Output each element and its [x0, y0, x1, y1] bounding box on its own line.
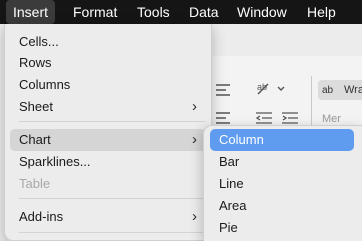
chevron-right-icon: › — [192, 131, 197, 148]
menu-item-add-ins[interactable]: Add-ins › — [10, 206, 206, 228]
submenu-item-line[interactable]: Line — [210, 173, 354, 195]
submenu-item-label: Area — [219, 198, 247, 213]
menu-item-label: Table — [19, 176, 51, 191]
chevron-right-icon: › — [192, 98, 197, 115]
text-direction-icon[interactable]: ab — [256, 80, 288, 101]
menu-insert[interactable]: Insert — [6, 0, 56, 24]
menu-item-sparklines[interactable]: Sparklines... — [10, 151, 206, 173]
menu-item-chart[interactable]: Chart › — [10, 129, 206, 151]
menu-item-label: Cells... — [19, 34, 59, 49]
menu-separator — [19, 232, 205, 233]
wrap-text-label: Wra — [344, 84, 362, 96]
menu-separator — [19, 198, 205, 199]
chevron-right-icon: › — [192, 208, 197, 225]
svg-text:ab: ab — [257, 82, 267, 92]
menu-item-sheet[interactable]: Sheet › — [10, 96, 206, 118]
align-icon[interactable] — [216, 84, 230, 99]
menu-item-label: Sparklines... — [19, 154, 91, 169]
menu-item-columns[interactable]: Columns — [10, 74, 206, 96]
menu-item-table: Table — [10, 173, 206, 195]
menu-data[interactable]: Data — [182, 0, 226, 24]
menu-window[interactable]: Window — [230, 0, 294, 24]
menu-item-label: Columns — [19, 77, 71, 92]
wrap-text-icon: ab — [322, 85, 334, 96]
menu-format[interactable]: Format — [66, 0, 124, 24]
menu-item-label: Add-ins — [19, 209, 64, 224]
menu-item-cells[interactable]: Cells... — [10, 31, 206, 53]
menu-help[interactable]: Help — [300, 0, 343, 24]
menu-separator — [19, 121, 205, 122]
menu-item-label: Chart — [19, 132, 51, 147]
submenu-item-label: Bar — [219, 154, 240, 169]
submenu-item-column[interactable]: Column — [210, 129, 354, 151]
submenu-item-bar[interactable]: Bar — [210, 151, 354, 173]
submenu-item-pie[interactable]: Pie — [210, 217, 354, 239]
submenu-item-area[interactable]: Area — [210, 195, 354, 217]
menu-item-rows[interactable]: Rows — [10, 52, 206, 74]
menu-tools[interactable]: Tools — [130, 0, 177, 24]
submenu-item-label: Column — [219, 132, 264, 147]
menu-bar: Insert Format Tools Data Window Help — [0, 0, 362, 24]
submenu-item-label: Pie — [219, 220, 238, 235]
submenu-item-label: Line — [219, 176, 244, 191]
chart-submenu: Column Bar Line Area Pie — [203, 125, 362, 241]
insert-menu-dropdown: Cells... Rows Columns Sheet › Chart › Sp… — [4, 24, 212, 241]
wrap-text-button[interactable]: ab Wra — [318, 80, 362, 100]
menu-item-label: Sheet — [19, 99, 53, 114]
menu-item-label: Rows — [19, 55, 52, 70]
merge-label-partial: Mer — [322, 113, 341, 125]
